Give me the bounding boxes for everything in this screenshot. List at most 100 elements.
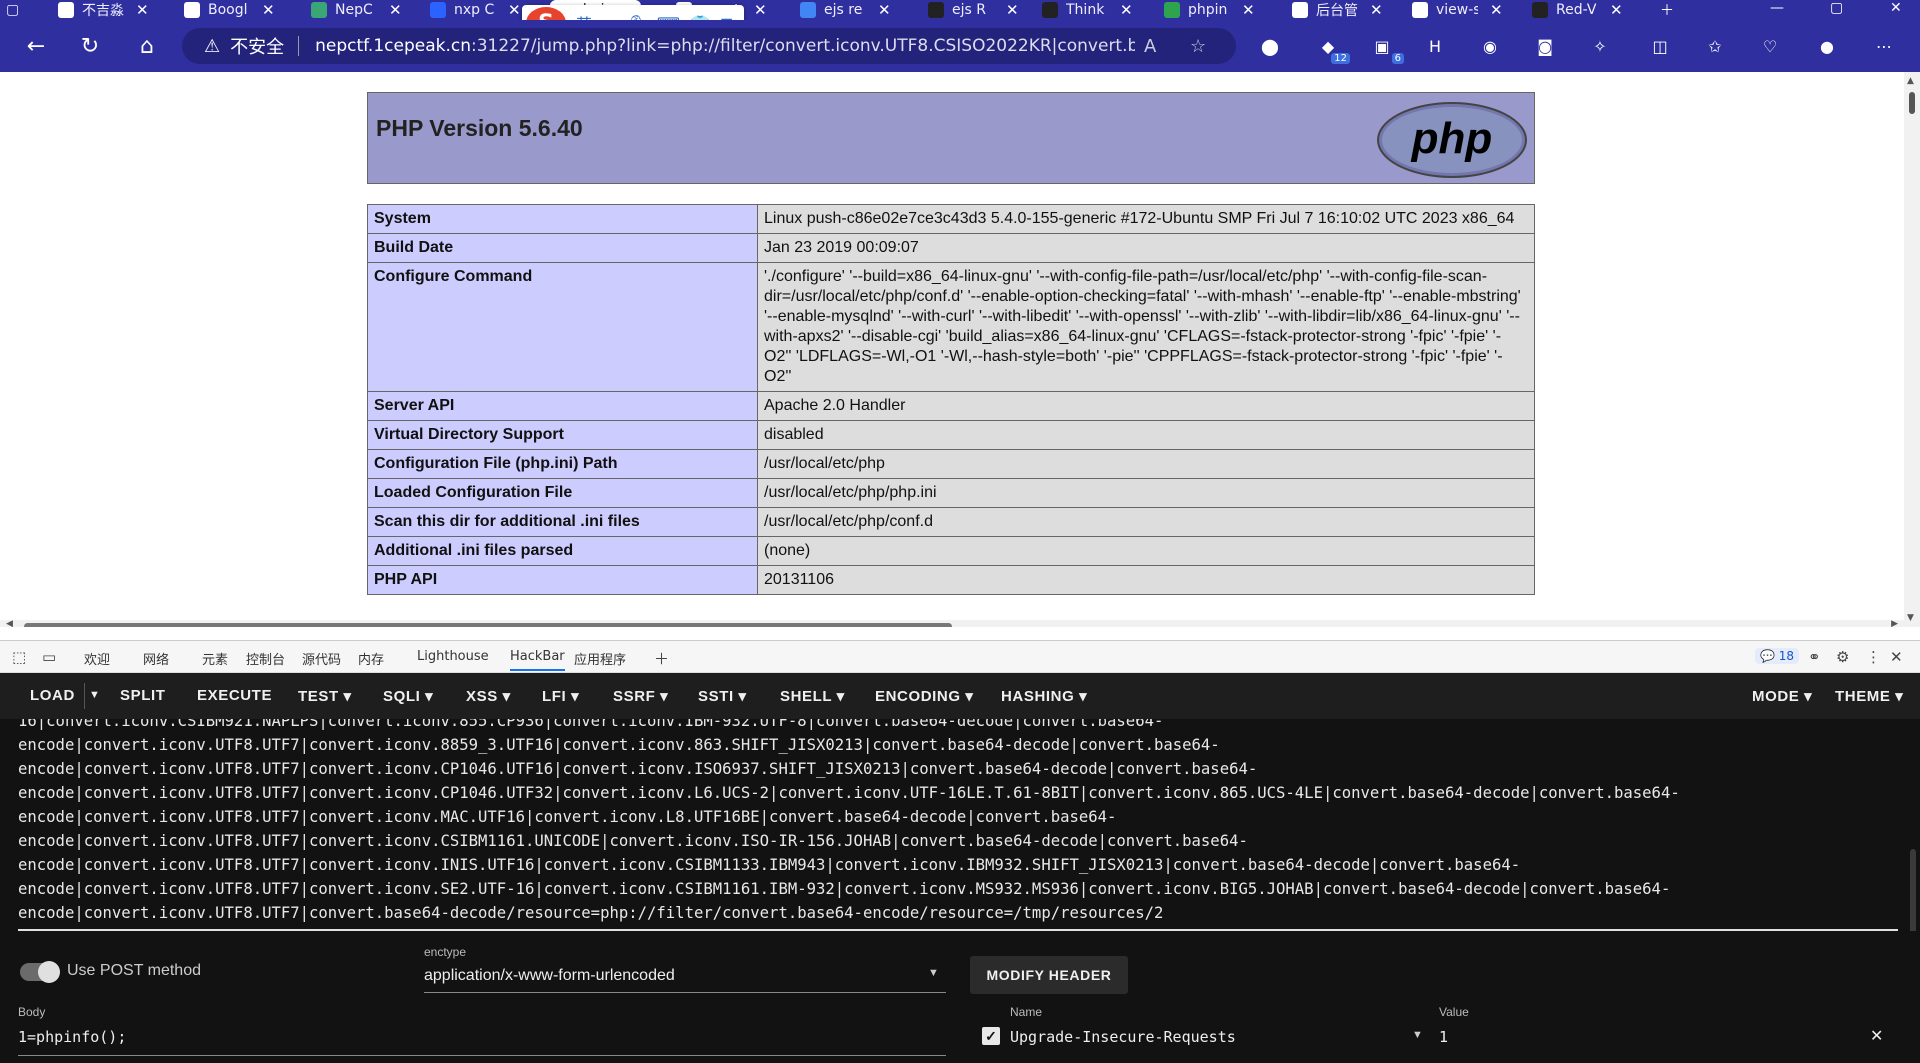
- post-method-toggle[interactable]: [20, 961, 60, 983]
- extension-globe-icon[interactable]: ◉: [1478, 34, 1502, 58]
- issues-count-badge[interactable]: 💬 18: [1755, 648, 1800, 664]
- tab-close-icon[interactable]: ✕: [508, 1, 521, 19]
- devtools-tab-network[interactable]: 网络: [143, 649, 169, 668]
- reload-icon[interactable]: ↻: [76, 32, 104, 60]
- php-logo-icon[interactable]: php: [1376, 101, 1528, 179]
- body-input[interactable]: 1=phpinfo();: [18, 1028, 126, 1046]
- enctype-select[interactable]: application/x-www-form-urlencoded: [424, 967, 675, 985]
- ssrf-menu[interactable]: SSRF ▾: [613, 687, 668, 705]
- favorites-icon[interactable]: ✩: [1703, 34, 1727, 58]
- header-name-input[interactable]: Upgrade-Insecure-Requests: [1010, 1028, 1236, 1046]
- ssti-menu[interactable]: SSTI ▾: [698, 687, 747, 705]
- encoding-menu[interactable]: ENCODING ▾: [875, 687, 974, 705]
- tab-close-icon[interactable]: ✕: [389, 1, 402, 19]
- tab-close-icon[interactable]: ✕: [1120, 1, 1133, 19]
- favorite-star-icon[interactable]: ☆: [1190, 36, 1206, 57]
- test-menu[interactable]: TEST ▾: [298, 687, 352, 705]
- toggle-knob[interactable]: [38, 961, 60, 983]
- sidebar-toggle-icon[interactable]: ▢: [6, 0, 19, 20]
- tab-close-icon[interactable]: ✕: [1006, 1, 1019, 19]
- more-menu-icon[interactable]: ⋯: [1872, 34, 1896, 58]
- header-enabled-checkbox[interactable]: ✓: [982, 1027, 1000, 1045]
- browser-essentials-icon[interactable]: ♡: [1758, 34, 1782, 58]
- close-devtools-icon[interactable]: ✕: [1890, 648, 1903, 666]
- back-icon[interactable]: ←: [22, 32, 50, 60]
- extension-glasses-icon[interactable]: ◙: [1533, 34, 1557, 58]
- extension-h-icon[interactable]: H: [1423, 34, 1447, 58]
- browser-tab[interactable]: nxp C ✕: [430, 0, 521, 20]
- browser-tab[interactable]: view-s ✕: [1412, 0, 1503, 20]
- minimize-button[interactable]: —: [1770, 0, 1784, 16]
- theme-menu[interactable]: THEME ▾: [1835, 687, 1903, 705]
- scroll-up-icon[interactable]: ▲: [1907, 76, 1914, 86]
- devtools-tab-sources[interactable]: 源代码: [302, 649, 341, 668]
- devtools-tab-console[interactable]: 控制台: [246, 649, 285, 668]
- browser-tab[interactable]: Think ✕: [1042, 0, 1133, 20]
- browser-tab[interactable]: ejs R ✕: [928, 0, 1019, 20]
- browser-tab[interactable]: NepC ✕: [311, 0, 402, 20]
- tab-close-icon[interactable]: ✕: [1242, 1, 1255, 19]
- scroll-left-icon[interactable]: ◀: [6, 619, 13, 627]
- split-screen-icon[interactable]: ◫: [1648, 34, 1672, 58]
- browser-tab[interactable]: 后台管 ✕: [1292, 0, 1383, 20]
- devtools-tab-hackbar[interactable]: HackBar: [510, 649, 565, 671]
- url-text[interactable]: nepctf.1cepeak.cn:31227/jump.php?link=ph…: [315, 36, 1135, 56]
- maximize-button[interactable]: ▢: [1830, 0, 1843, 16]
- editor-scrollbar[interactable]: [1910, 849, 1916, 931]
- close-window-button[interactable]: ✕: [1890, 0, 1902, 16]
- lfi-menu[interactable]: LFI ▾: [542, 687, 579, 705]
- tab-close-icon[interactable]: ✕: [754, 1, 767, 19]
- tab-close-icon[interactable]: ✕: [1370, 1, 1383, 19]
- scroll-down-icon[interactable]: ▼: [1907, 613, 1914, 623]
- header-value-input[interactable]: 1: [1439, 1028, 1448, 1046]
- page-vertical-scrollbar[interactable]: ▲ ▼: [1904, 72, 1920, 627]
- browser-tab[interactable]: Boogl ✕: [184, 0, 275, 20]
- connections-icon[interactable]: ⚭: [1808, 648, 1821, 666]
- mode-menu[interactable]: MODE ▾: [1752, 687, 1812, 705]
- tab-close-icon[interactable]: ✕: [878, 1, 891, 19]
- modify-header-button[interactable]: MODIFY HEADER: [970, 956, 1128, 994]
- xss-menu[interactable]: XSS ▾: [466, 687, 511, 705]
- vertical-scroll-thumb[interactable]: [1909, 92, 1915, 114]
- horizontal-scroll-thumb[interactable]: [24, 623, 952, 627]
- load-dropdown-icon[interactable]: ▼: [89, 689, 101, 701]
- url-editor[interactable]: 16|convert.iconv.CSIBM921.NAPLPS|convert…: [0, 719, 1920, 931]
- execute-button[interactable]: EXECUTE: [197, 687, 272, 704]
- warning-icon[interactable]: ⚠: [204, 36, 220, 57]
- hashing-menu[interactable]: HASHING ▾: [1001, 687, 1087, 705]
- browser-tab[interactable]: ejs re ✕: [800, 0, 891, 20]
- browser-tab[interactable]: Red-V ✕: [1532, 0, 1623, 20]
- extensions-puzzle-icon[interactable]: ✧: [1588, 34, 1612, 58]
- settings-gear-icon[interactable]: ⚙: [1836, 648, 1849, 666]
- url-textarea[interactable]: 16|convert.iconv.CSIBM921.NAPLPS|convert…: [18, 719, 1898, 925]
- page-horizontal-scrollbar[interactable]: ◀ ▶: [0, 619, 1904, 627]
- split-button[interactable]: SPLIT: [120, 687, 166, 704]
- shell-menu[interactable]: SHELL ▾: [780, 687, 845, 705]
- tab-close-icon[interactable]: ✕: [262, 1, 275, 19]
- devtools-tab-elements[interactable]: 元素: [202, 649, 228, 668]
- home-icon[interactable]: ⌂: [133, 32, 161, 60]
- sqli-menu[interactable]: SQLI ▾: [383, 687, 433, 705]
- extension-badge-icon[interactable]: ◆ 12: [1316, 34, 1350, 64]
- devtools-more-icon[interactable]: ⋮: [1866, 648, 1881, 666]
- header-name-dropdown-icon[interactable]: ▼: [1412, 1029, 1423, 1041]
- devtools-tab-application[interactable]: 应用程序: [574, 649, 626, 668]
- extension-circle-icon[interactable]: ⬤: [1258, 34, 1282, 58]
- tab-close-icon[interactable]: ✕: [1610, 1, 1623, 19]
- inspect-element-icon[interactable]: ⬚: [12, 648, 26, 666]
- read-aloud-icon[interactable]: A: [1144, 36, 1156, 57]
- extension-robot-icon[interactable]: ▣ 6: [1370, 34, 1404, 64]
- tab-close-icon[interactable]: ✕: [1490, 1, 1503, 19]
- address-bar[interactable]: ⚠ 不安全 nepctf.1cepeak.cn:31227/jump.php?l…: [182, 28, 1236, 64]
- load-button[interactable]: LOAD: [30, 687, 75, 704]
- devtools-tab-welcome[interactable]: 欢迎: [84, 649, 110, 668]
- profile-avatar-icon[interactable]: ●: [1815, 34, 1839, 58]
- new-tab-button[interactable]: ＋: [1660, 0, 1674, 20]
- insecure-label[interactable]: 不安全: [230, 33, 284, 59]
- device-emulation-icon[interactable]: ▭: [42, 648, 56, 666]
- browser-tab[interactable]: 不吉淼 ✕: [58, 0, 149, 20]
- devtools-tab-lighthouse[interactable]: Lighthouse: [417, 649, 489, 664]
- chevron-down-icon[interactable]: ▼: [928, 967, 939, 979]
- scroll-right-icon[interactable]: ▶: [1891, 619, 1898, 627]
- devtools-tab-memory[interactable]: 内存: [358, 649, 384, 668]
